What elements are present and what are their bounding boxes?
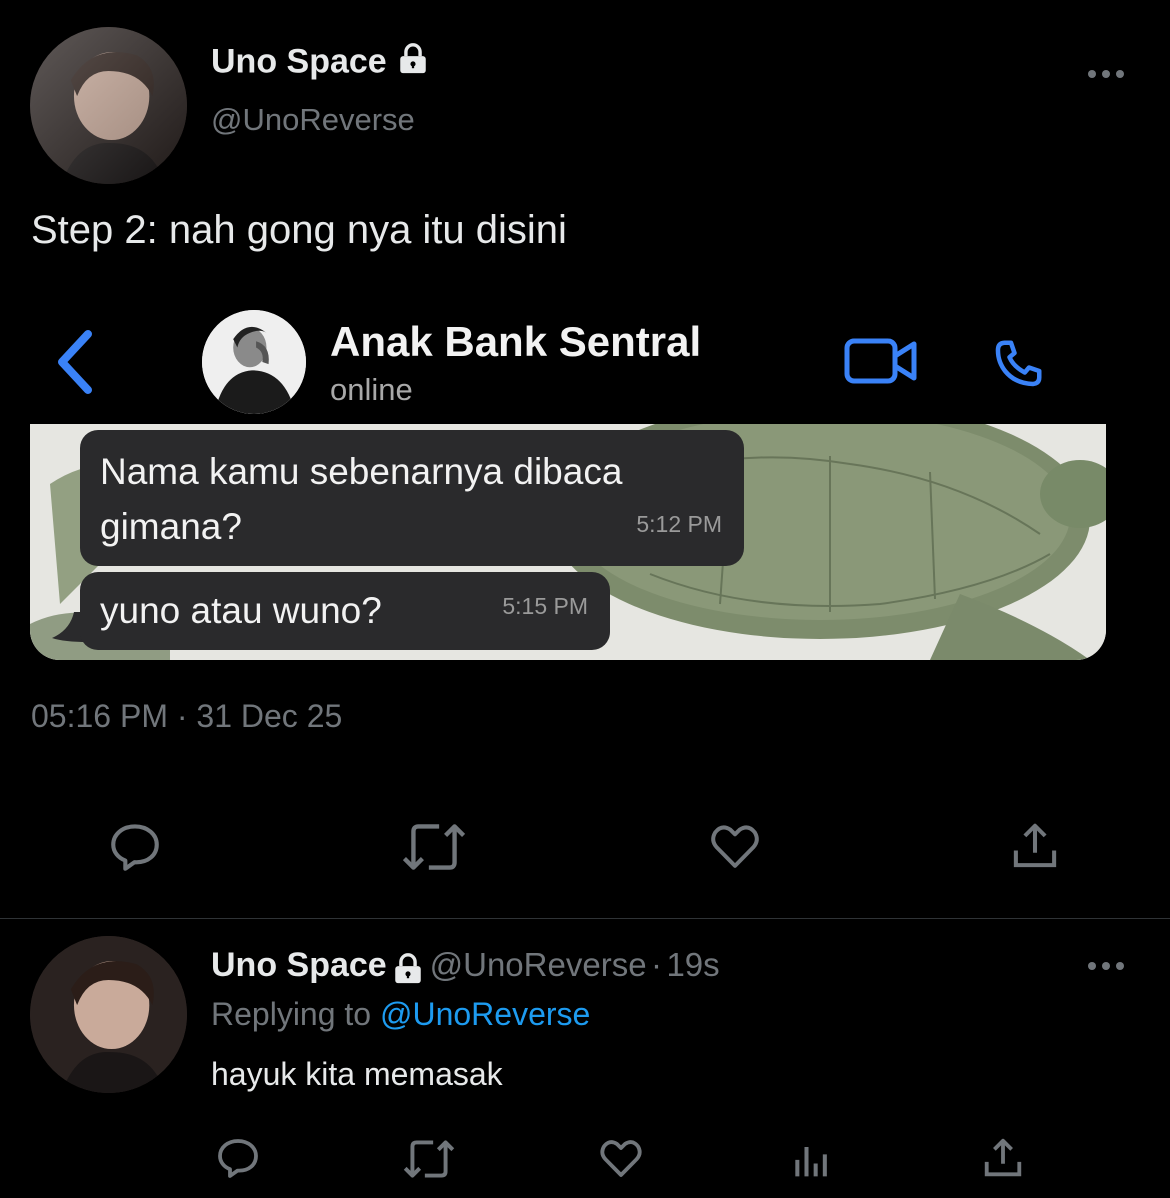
- message-text-line1: Nama kamu sebenarnya dibaca: [100, 451, 623, 492]
- share-upload-icon[interactable]: [980, 1134, 1026, 1182]
- more-horizontal-icon[interactable]: [1086, 64, 1126, 89]
- tweet-time: 05:16 PM: [31, 698, 168, 734]
- heart-icon[interactable]: [706, 818, 764, 874]
- phone-icon: [988, 334, 1048, 399]
- reply-author-name[interactable]: Uno Space: [211, 946, 387, 984]
- contact-name: Anak Bank Sentral: [330, 318, 702, 365]
- author-name-row[interactable]: Uno Space: [211, 42, 430, 85]
- meta-separator: ·: [651, 946, 662, 983]
- replying-to-line: Replying to @UnoReverse: [211, 996, 590, 1033]
- reply-age[interactable]: 19s: [666, 946, 719, 983]
- message-bubble-received: yuno atau wuno? 5:15 PM: [80, 572, 610, 650]
- tweet-timestamp: 05:16 PM · 31 Dec 25: [31, 698, 342, 735]
- author-avatar[interactable]: [30, 27, 187, 184]
- tweet-text: Step 2: nah gong nya itu disini: [31, 208, 567, 252]
- chevron-left-icon: [52, 328, 96, 401]
- reply-header: Uno Space @UnoReverse · 19s: [211, 946, 720, 991]
- message-time: 5:15 PM: [502, 593, 588, 619]
- reply-author-avatar[interactable]: [30, 936, 187, 1093]
- retweet-icon[interactable]: [398, 816, 470, 878]
- contact-status: online: [330, 372, 413, 407]
- message-time: 5:12 PM: [636, 511, 722, 537]
- tweet-date: 31 Dec 25: [196, 698, 343, 734]
- message-text-line2: gimana?: [100, 506, 242, 547]
- divider: [0, 918, 1170, 919]
- reply-author-handle[interactable]: @UnoReverse: [430, 946, 647, 983]
- share-upload-icon[interactable]: [1008, 818, 1062, 874]
- analytics-bars-icon[interactable]: [790, 1136, 834, 1180]
- meta-separator: ·: [176, 698, 188, 734]
- author-name[interactable]: Uno Space: [211, 42, 387, 80]
- reply-bubble-icon[interactable]: [106, 818, 164, 876]
- heart-icon[interactable]: [596, 1134, 646, 1182]
- more-horizontal-icon[interactable]: [1086, 956, 1126, 981]
- lock-icon: [396, 42, 430, 85]
- video-camera-icon: [844, 336, 918, 391]
- lock-icon: [391, 952, 425, 991]
- contact-avatar: [202, 310, 306, 414]
- reply-text: hayuk kita memasak: [211, 1056, 503, 1092]
- tweet-media[interactable]: Anak Bank Sentral online Nama kamu seben…: [30, 300, 1106, 660]
- retweet-icon[interactable]: [400, 1134, 458, 1184]
- avatar-portrait: [30, 936, 187, 1093]
- message-bubble-received: Nama kamu sebenarnya dibaca gimana? 5:12…: [80, 430, 744, 566]
- author-handle[interactable]: @UnoReverse: [211, 102, 415, 138]
- reply-bubble-icon[interactable]: [214, 1134, 262, 1182]
- replying-prefix: Replying to: [211, 996, 372, 1032]
- contact-portrait: [202, 310, 306, 414]
- avatar-portrait: [30, 27, 187, 184]
- replying-to-link[interactable]: @UnoReverse: [380, 996, 590, 1032]
